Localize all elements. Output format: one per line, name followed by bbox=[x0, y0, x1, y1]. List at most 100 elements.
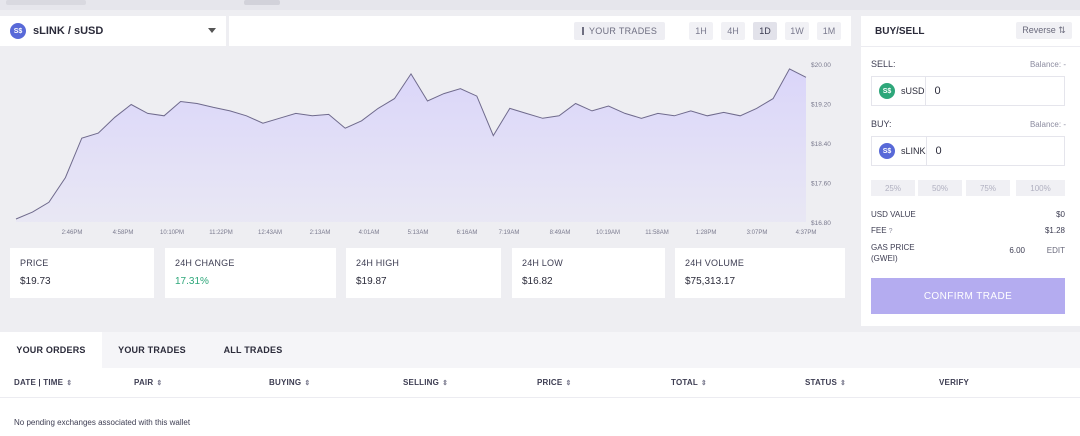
gas-price-value: 6.00 bbox=[1009, 246, 1025, 255]
sort-icon: ⇕ bbox=[700, 380, 707, 387]
column-total[interactable]: TOTAL ⇕ bbox=[671, 378, 707, 387]
stat-24h-volume: 24H VOLUME $75,313.17 bbox=[675, 248, 845, 298]
price-area-fill bbox=[16, 68, 806, 223]
column-label: SELLING bbox=[403, 378, 440, 387]
stat-label: 24H HIGH bbox=[356, 258, 400, 268]
pair-selector[interactable]: S$ sLINK / sUSD bbox=[0, 16, 226, 46]
column-label: PAIR bbox=[134, 378, 154, 387]
sort-icon: ⇕ bbox=[66, 380, 73, 387]
column-verify: VERIFY bbox=[939, 378, 969, 387]
timeframe-4h[interactable]: 4H bbox=[721, 22, 745, 40]
divider bbox=[861, 46, 1080, 47]
x-tick-label: 11:22PM bbox=[209, 230, 233, 236]
your-trades-toggle[interactable]: YOUR TRADES bbox=[574, 22, 666, 40]
timeframe-1d[interactable]: 1D bbox=[753, 22, 777, 40]
usd-value: $0 bbox=[1056, 210, 1065, 219]
column-pair[interactable]: PAIR ⇕ bbox=[134, 378, 162, 387]
top-nav-strip bbox=[0, 0, 1080, 10]
buy-sell-panel: BUY/SELL Reverse ⇅ SELL: Balance: - S$ s… bbox=[861, 16, 1080, 326]
fee-label-group: FEE? bbox=[871, 226, 892, 235]
sell-amount-input[interactable] bbox=[925, 77, 1077, 105]
x-tick-label: 4:58PM bbox=[113, 230, 134, 236]
x-tick-label: 2:46PM bbox=[62, 230, 83, 236]
y-tick-label: $19.20 bbox=[811, 102, 831, 109]
slink-coin-icon: S$ bbox=[879, 143, 895, 159]
stat-value: $16.82 bbox=[522, 276, 553, 287]
column-status[interactable]: STATUS ⇕ bbox=[805, 378, 846, 387]
chevron-down-icon bbox=[208, 28, 216, 33]
stat-value: $19.73 bbox=[20, 276, 51, 287]
buy-input-row: S$ sLINK bbox=[871, 136, 1078, 166]
column-label: DATE | TIME bbox=[14, 378, 64, 387]
x-tick-label: 5:13AM bbox=[408, 230, 429, 236]
price-chart-svg: $20.00 $19.20 $18.40 $17.60 $16.80 2:46PM 4:58… bbox=[15, 62, 831, 236]
x-tick-label: 4:01AM bbox=[359, 230, 380, 236]
price-chart[interactable]: $20.00 $19.20 $18.40 $17.60 $16.80 2:46PM 4:58… bbox=[0, 46, 851, 240]
buy-label: BUY: bbox=[871, 119, 892, 129]
stat-value: $75,313.17 bbox=[685, 276, 736, 287]
x-tick-label: 10:10PM bbox=[160, 230, 184, 236]
fee-value: $1.28 bbox=[1044, 226, 1065, 235]
percent-25-button[interactable]: 25% bbox=[871, 180, 915, 196]
stat-label: 24H LOW bbox=[522, 258, 563, 268]
stat-label: PRICE bbox=[20, 258, 49, 268]
stat-24h-low: 24H LOW $16.82 bbox=[512, 248, 665, 298]
stat-price: PRICE $19.73 bbox=[10, 248, 154, 298]
nav-logo-placeholder bbox=[6, 0, 86, 5]
confirm-trade-button[interactable]: CONFIRM TRADE bbox=[871, 278, 1065, 314]
buy-token-selector[interactable]: S$ sLINK bbox=[872, 137, 927, 165]
sort-icon: ⇕ bbox=[565, 380, 572, 387]
timeframe-1h[interactable]: 1H bbox=[689, 22, 713, 40]
column-label: TOTAL bbox=[671, 378, 698, 387]
y-tick-label: $18.40 bbox=[811, 141, 831, 148]
buy-balance: Balance: - bbox=[1029, 120, 1066, 129]
sell-token-selector[interactable]: S$ sUSD bbox=[872, 77, 926, 105]
column-buying[interactable]: BUYING ⇕ bbox=[269, 378, 310, 387]
tab-your-orders[interactable]: YOUR ORDERS bbox=[0, 332, 102, 368]
sell-balance: Balance: - bbox=[1029, 60, 1066, 69]
stat-label: 24H CHANGE bbox=[175, 258, 235, 268]
sort-icon: ⇕ bbox=[840, 380, 847, 387]
tab-all-trades[interactable]: ALL TRADES bbox=[202, 332, 304, 368]
bar-icon bbox=[582, 27, 584, 35]
sort-icon: ⇕ bbox=[304, 380, 311, 387]
y-tick-label: $20.00 bbox=[811, 62, 831, 69]
stat-label: 24H VOLUME bbox=[685, 258, 745, 268]
x-tick-label: 10:19AM bbox=[596, 230, 620, 236]
percent-100-button[interactable]: 100% bbox=[1016, 180, 1065, 196]
column-selling[interactable]: SELLING ⇕ bbox=[403, 378, 448, 387]
column-label: PRICE bbox=[537, 378, 563, 387]
x-tick-label: 7:19AM bbox=[499, 230, 520, 236]
x-tick-label: 2:13AM bbox=[310, 230, 331, 236]
empty-orders-message: No pending exchanges associated with thi… bbox=[14, 418, 191, 427]
reverse-button[interactable]: Reverse ⇅ bbox=[1016, 22, 1072, 39]
x-tick-label: 11:58AM bbox=[645, 230, 669, 236]
column-price[interactable]: PRICE ⇕ bbox=[537, 378, 572, 387]
usd-value-label: USD VALUE bbox=[871, 210, 916, 219]
timeframe-1w[interactable]: 1W bbox=[785, 22, 809, 40]
timeframe-1m[interactable]: 1M bbox=[817, 22, 841, 40]
x-tick-label: 12:43AM bbox=[258, 230, 282, 236]
x-tick-label: 3:07PM bbox=[747, 230, 768, 236]
gas-edit-button[interactable]: EDIT bbox=[1047, 246, 1065, 255]
buy-amount-input[interactable] bbox=[926, 137, 1078, 165]
stat-24h-high: 24H HIGH $19.87 bbox=[346, 248, 501, 298]
column-label: BUYING bbox=[269, 378, 302, 387]
stat-24h-change: 24H CHANGE 17.31% bbox=[165, 248, 336, 298]
column-label: VERIFY bbox=[939, 378, 970, 387]
orders-tabs: YOUR ORDERS YOUR TRADES ALL TRADES bbox=[0, 332, 1080, 368]
sell-input-row: S$ sUSD bbox=[871, 76, 1077, 106]
stat-value: $19.87 bbox=[356, 276, 387, 287]
sell-label: SELL: bbox=[871, 59, 896, 69]
column-date-time[interactable]: DATE | TIME ⇕ bbox=[14, 378, 72, 387]
help-icon[interactable]: ? bbox=[889, 228, 893, 235]
x-tick-label: 1:28PM bbox=[696, 230, 717, 236]
percent-50-button[interactable]: 50% bbox=[918, 180, 962, 196]
percent-75-button[interactable]: 75% bbox=[966, 180, 1010, 196]
stat-value: 17.31% bbox=[175, 276, 209, 287]
buy-token-label: sLINK bbox=[901, 146, 926, 156]
sell-token-label: sUSD bbox=[901, 86, 925, 96]
tab-your-trades[interactable]: YOUR TRADES bbox=[102, 332, 202, 368]
pair-label: sLINK / sUSD bbox=[33, 25, 104, 37]
your-trades-label: YOUR TRADES bbox=[589, 26, 658, 36]
